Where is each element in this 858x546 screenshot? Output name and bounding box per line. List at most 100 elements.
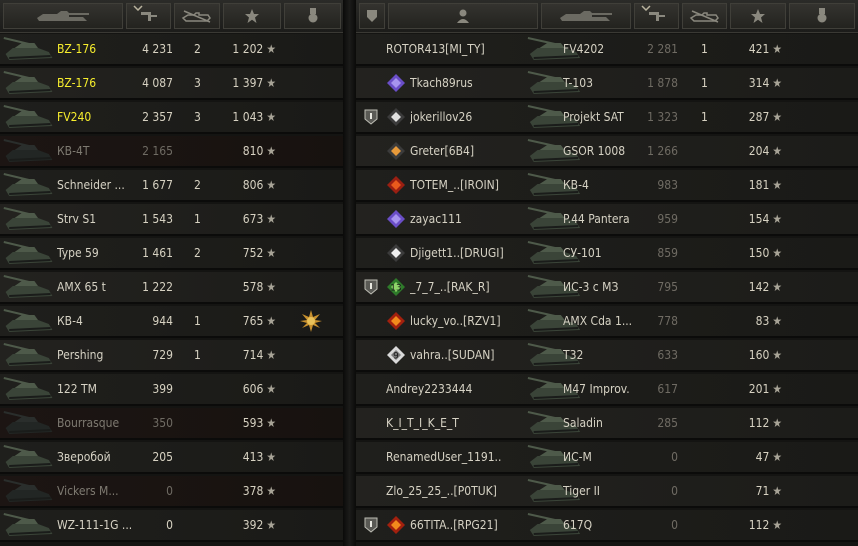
table-row[interactable]: 122 TM 399 606 ★ <box>0 374 343 406</box>
xp-number: 47 <box>755 450 770 464</box>
kills-value <box>701 238 717 268</box>
tank-name: ИС-3 с МЗ <box>563 280 619 294</box>
table-row[interactable]: Andrey2233444 M47 Improv. 617 201 ★ <box>356 374 858 406</box>
right-header <box>356 0 858 33</box>
tank-name: Strv S1 <box>57 212 97 226</box>
damage-value: 1 677 <box>142 178 173 192</box>
xp-value: 378 ★ <box>214 476 276 506</box>
player-name[interactable]: vahra..[SUDAN] <box>410 340 530 370</box>
player-name[interactable]: 66TITA..[RPG21] <box>410 510 530 540</box>
clan-rank-icon <box>387 74 405 92</box>
table-row[interactable]: zayac111 P.44 Pantera 959 154 ★ <box>356 204 858 236</box>
table-row[interactable]: WZ-111-1G ... 0 392 ★ <box>0 510 343 542</box>
kills-value: 1 <box>701 76 708 90</box>
xp-value: 287 ★ <box>718 102 782 132</box>
table-row[interactable]: Vickers M... 0 378 ★ <box>0 476 343 508</box>
xp-star-icon: ★ <box>266 416 276 430</box>
tank-name: ИС-М <box>563 450 592 464</box>
tank-name: Projekt SAT <box>563 110 624 124</box>
table-row[interactable]: Strv S1 1 543 1 673 ★ <box>0 204 343 236</box>
player-name[interactable]: Zlo_25_25_..[P0TUK] <box>386 476 531 506</box>
xp-column-header[interactable] <box>730 3 786 29</box>
table-row[interactable]: Зверобой 205 413 ★ <box>0 442 343 474</box>
table-row[interactable]: FV240 2 357 3 1 043 ★ <box>0 102 343 134</box>
player-name[interactable]: Tkach89rus <box>410 68 530 98</box>
table-row[interactable]: K_I_T_I_K_E_T Saladin 285 112 ★ <box>356 408 858 440</box>
table-row[interactable]: BZ-176 4 231 2 1 202 ★ <box>0 34 343 66</box>
tank-thumbnail-icon <box>3 139 53 162</box>
table-row[interactable]: lucky_vo..[RZV1] AMX Cda 1... 778 83 ★ <box>356 306 858 338</box>
battle-medal-icon[interactable] <box>300 310 322 332</box>
player-name[interactable]: jokerillov26 <box>410 102 530 132</box>
xp-value: 204 ★ <box>718 136 782 166</box>
player-name[interactable]: zayac111 <box>410 204 530 234</box>
player-name[interactable]: Djigett1..[DRUGI] <box>410 238 530 268</box>
medal-column-header[interactable] <box>284 3 341 29</box>
table-row[interactable]: AMX 65 t 1 222 578 ★ <box>0 272 343 304</box>
damage-value: 2 357 <box>142 110 173 124</box>
tank-name: BZ-176 <box>57 42 97 56</box>
tank-name: Saladin <box>563 416 603 430</box>
table-row[interactable]: Greter[6B4] GSOR 1008 1 266 204 ★ <box>356 136 858 168</box>
player-column-header[interactable] <box>388 3 538 29</box>
kills-value: 1 <box>701 110 708 124</box>
table-row[interactable]: RenamedUser_1191.. ИС-М 0 47 ★ <box>356 442 858 474</box>
xp-star-icon: ★ <box>772 110 782 124</box>
damage-value: 944 <box>152 314 173 328</box>
xp-number: 160 <box>748 348 770 362</box>
player-name[interactable]: _7_7_..[RAK_R] <box>410 272 530 302</box>
damage-column-header[interactable] <box>126 3 171 29</box>
tank-thumbnail-icon <box>3 513 53 536</box>
table-row[interactable]: BZ-176 4 087 3 1 397 ★ <box>0 68 343 100</box>
table-row[interactable]: Tkach89rus T-103 1 878 1 314 ★ <box>356 68 858 100</box>
table-row[interactable]: КВ-4 944 1 765 ★ <box>0 306 343 338</box>
table-row[interactable]: Type 59 1 461 2 752 ★ <box>0 238 343 270</box>
tank-thumbnail-icon <box>3 275 53 298</box>
player-name[interactable]: lucky_vo..[RZV1] <box>410 306 530 336</box>
kills-value <box>194 510 210 540</box>
kills-value <box>701 170 717 200</box>
damage-value: 1 222 <box>142 280 173 294</box>
table-row[interactable]: Schneider ... 1 677 2 806 ★ <box>0 170 343 202</box>
xp-number: 142 <box>748 280 770 294</box>
tank-column-header[interactable] <box>541 3 631 29</box>
table-row[interactable]: 66TITA..[RPG21] 617Q 0 112 ★ <box>356 510 858 542</box>
player-name[interactable]: RenamedUser_1191.. <box>386 442 531 472</box>
tank-name: КВ-4 <box>57 314 83 328</box>
xp-number: 413 <box>242 450 264 464</box>
xp-value: 160 ★ <box>718 340 782 370</box>
table-row[interactable]: Bourrasque 350 593 ★ <box>0 408 343 440</box>
kills-value <box>701 340 717 370</box>
medal-column-header[interactable] <box>789 3 855 29</box>
tank-column-header[interactable] <box>3 3 123 29</box>
table-row[interactable]: Djigett1..[DRUGI] СУ-101 859 150 ★ <box>356 238 858 270</box>
table-row[interactable]: КВ-4Т 2 165 810 ★ <box>0 136 343 168</box>
platoon-column-header[interactable] <box>359 3 385 29</box>
table-row[interactable]: ROTOR413[MI_TY] FV4202 2 281 1 421 ★ <box>356 34 858 66</box>
table-row[interactable]: 9 vahra..[SUDAN] T32 633 160 ★ <box>356 340 858 372</box>
kills-value <box>194 272 210 302</box>
xp-column-header[interactable] <box>223 3 281 29</box>
table-row[interactable]: Pershing 729 1 714 ★ <box>0 340 343 372</box>
player-name[interactable]: Andrey2233444 <box>386 374 531 404</box>
xp-number: 1 043 <box>232 110 264 124</box>
damage-column-header[interactable] <box>634 3 679 29</box>
player-name[interactable]: TOTEM_..[IROIN] <box>410 170 530 200</box>
tank-name: Type 59 <box>57 246 99 260</box>
kills-column-header[interactable] <box>682 3 727 29</box>
kills-column-header[interactable] <box>174 3 220 29</box>
svg-text:9: 9 <box>393 352 399 362</box>
tank-thumbnail-icon <box>3 377 53 400</box>
table-row[interactable]: jokerillov26 Projekt SAT 1 323 1 287 ★ <box>356 102 858 134</box>
xp-star-icon <box>245 9 259 23</box>
clan-rank-icon: 13 <box>387 278 405 296</box>
panel-divider <box>343 0 356 546</box>
player-name[interactable]: Greter[6B4] <box>410 136 530 166</box>
player-name[interactable]: ROTOR413[MI_TY] <box>386 34 531 64</box>
player-name[interactable]: K_I_T_I_K_E_T <box>386 408 531 438</box>
table-row[interactable]: Zlo_25_25_..[P0TUK] Tiger II 0 71 ★ <box>356 476 858 508</box>
table-row[interactable]: 13 _7_7_..[RAK_R] ИС-3 с МЗ 795 142 ★ <box>356 272 858 304</box>
table-row[interactable]: TOTEM_..[IROIN] КВ-4 983 181 ★ <box>356 170 858 202</box>
tank-thumbnail-icon <box>3 37 53 60</box>
xp-star-icon: ★ <box>266 450 276 464</box>
